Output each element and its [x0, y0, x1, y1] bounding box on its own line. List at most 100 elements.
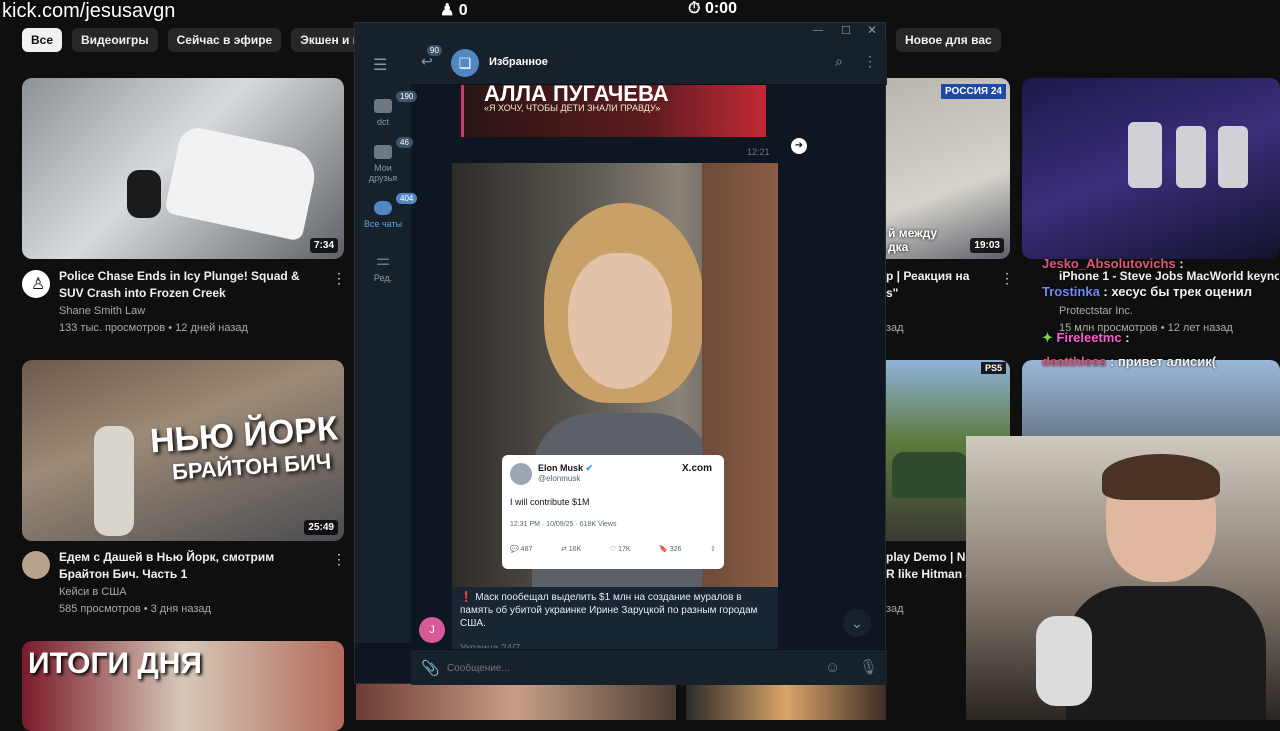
video-thumbnail-1[interactable]: 7:34	[22, 78, 344, 259]
search-icon[interactable]: ⌕	[835, 53, 843, 70]
chat-title[interactable]: Избранное	[489, 56, 548, 68]
thumb-text: дка	[888, 240, 909, 254]
caption-text: ❗️ Маск пообещал выделить $1 млн на созд…	[460, 592, 758, 629]
timer-icon: ⏱	[688, 0, 701, 17]
chat-message: Jesko_Absolutovichs :	[1042, 256, 1184, 271]
folder-label: Мои друзья	[368, 163, 398, 183]
streamer-body	[1066, 586, 1266, 720]
previous-post-image[interactable]: АЛЛА ПУГАЧЕВА «Я ХОЧУ, ЧТОБЫ ДЕТИ ЗНАЛИ …	[461, 81, 766, 137]
message-input[interactable]	[447, 659, 817, 677]
video-title[interactable]: p | Реакция на	[886, 268, 986, 285]
folder-dct[interactable]: 190 dct	[355, 91, 418, 127]
folder-icon: 190	[374, 91, 418, 113]
post-caption: ❗️ Маск пообещал выделить $1 млн на созд…	[452, 587, 778, 649]
video-thumbnail-6[interactable]: РОССИЯ 24 й между дка 19:03	[886, 78, 1010, 259]
attach-icon[interactable]: 📎	[421, 659, 440, 677]
scroll-down-icon[interactable]: ⌄	[843, 609, 871, 637]
chat-message: Trostinka : хесус бы трек оценил	[1042, 284, 1252, 299]
chat-text: : хесус бы трек оценил	[1103, 284, 1252, 299]
folder-all-chats[interactable]: 404 Все чаты	[355, 193, 418, 229]
video-channel[interactable]: Кейси в США	[59, 584, 127, 600]
tweet-brand: X.com	[682, 463, 713, 474]
streamer-hair	[1102, 454, 1220, 500]
phone-shape	[1218, 126, 1248, 188]
person-icon: ♙	[31, 276, 46, 293]
sender-avatar[interactable]: J	[419, 617, 445, 643]
repost-count: ⇄ 16K	[560, 546, 582, 553]
menu-icon[interactable]: ☰	[373, 55, 387, 75]
sliders-icon: ⚌	[375, 252, 391, 269]
tweet-actions: 💬 487 ⇄ 16K ♡ 17K 🔖 326 ⇧	[510, 545, 716, 553]
more-vert-icon[interactable]: ⋮	[1000, 270, 1014, 287]
chat-user: Trostinka	[1042, 284, 1100, 299]
chat-user: deatthless	[1042, 354, 1107, 369]
chip-bar: Все Видеоигры Сейчас в эфире Экшен и при…	[22, 28, 408, 52]
bookmark-value: 326	[669, 546, 682, 553]
post-photo[interactable]: Elon Musk ✔ @elonmusk X.com I will contr…	[452, 163, 778, 587]
timer-value: 0:00	[704, 0, 737, 17]
stream-timer: ⏱ 0:00	[688, 0, 737, 18]
person-shape	[94, 426, 134, 536]
telegram-window: — ☐ ✕ ☰ 190 dct 46 Мои друзья 404 Все ча…	[354, 22, 887, 685]
video-thumbnail-4[interactable]	[356, 684, 676, 720]
video-title[interactable]: Едем с Дашей в Нью Йорк, смотрим Брайтон…	[59, 549, 315, 583]
maximize-icon[interactable]: ☐	[841, 24, 851, 37]
video-thumbnail-7[interactable]	[1022, 78, 1280, 259]
thumb-text: й между	[888, 226, 938, 240]
channel-avatar[interactable]: ♙	[22, 270, 50, 298]
video-title[interactable]: s"	[886, 285, 986, 302]
video-channel[interactable]: Protectstar Inc.	[1059, 303, 1133, 319]
folder-icon: 46	[374, 137, 413, 159]
share-icon: ⇧	[710, 546, 716, 553]
video-duration: 25:49	[304, 520, 338, 535]
minimize-icon[interactable]: —	[813, 25, 823, 36]
more-vert-icon[interactable]: ⋮	[332, 270, 346, 287]
channel-badge: РОССИЯ 24	[940, 84, 1006, 99]
more-vert-icon[interactable]: ⋮	[863, 53, 877, 70]
forward-icon[interactable]: ➜	[791, 138, 807, 154]
video-title[interactable]: Police Chase Ends in Icy Plunge! Squad &…	[59, 268, 315, 302]
chip-live[interactable]: Сейчас в эфире	[167, 28, 282, 52]
chip-all[interactable]: Все	[22, 28, 63, 52]
verified-icon: ✔	[585, 463, 594, 473]
video-channel[interactable]: Shane Smith Law	[59, 303, 145, 319]
video-thumbnail-3[interactable]: ИТОГИ ДНЯ	[22, 641, 344, 731]
microphone-icon[interactable]: 🎙	[859, 658, 878, 676]
viewers-icon: ♟	[440, 2, 455, 19]
window-titlebar[interactable]: — ☐ ✕	[355, 23, 885, 41]
chip-new-for-you[interactable]: Новое для вас	[896, 28, 1001, 52]
tweet-name: Elon Musk	[538, 463, 584, 473]
video-thumbnail-5[interactable]	[686, 684, 886, 720]
car-shape	[892, 452, 968, 498]
folder-sidebar: ☰ 190 dct 46 Мои друзья 404 Все чаты ⚌ Р…	[355, 41, 418, 643]
video-meta: зад	[886, 603, 904, 615]
folder-friends[interactable]: 46 Мои друзья	[355, 137, 413, 183]
video-meta: 585 просмотров • 3 дня назад	[59, 603, 211, 615]
video-thumbnail-9[interactable]	[1022, 360, 1280, 436]
chat-header: ↩ 90 ❏ Избранное ⌕ ⋮	[411, 41, 887, 85]
folder-label: dct	[376, 117, 389, 127]
chats-icon: 404	[374, 193, 418, 215]
post-source[interactable]: Украина 24/7	[460, 642, 770, 648]
chat-text: :	[1179, 256, 1184, 271]
message-composer: 📎 ☺ 🎙	[411, 649, 887, 685]
folder-badge: 46	[396, 137, 413, 148]
close-icon[interactable]: ✕	[867, 23, 877, 37]
video-thumbnail-2[interactable]: НЬЮ ЙОРК БРАЙТОН БИЧ 25:49	[22, 360, 344, 541]
repost-value: 16K	[568, 546, 582, 553]
chat-text: : привет алисик(	[1109, 354, 1217, 369]
like-value: 17K	[618, 546, 631, 553]
suv-shape	[164, 124, 320, 242]
tweet-meta: 12:31 PM · 10/09/25 · 618K Views	[510, 521, 617, 528]
phone-shape	[1176, 126, 1206, 188]
emoji-icon[interactable]: ☺	[825, 659, 840, 676]
face-shape	[568, 253, 672, 389]
bookmark-icon[interactable]: ❏	[451, 49, 479, 77]
chat-user: Jesko_Absolutovichs	[1042, 256, 1176, 271]
tweet-text: I will contribute $1M	[510, 497, 590, 507]
chip-games[interactable]: Видеоигры	[72, 28, 158, 52]
more-vert-icon[interactable]: ⋮	[332, 551, 346, 568]
folder-edit[interactable]: ⚌ Ред.	[355, 252, 411, 284]
channel-avatar[interactable]	[22, 551, 50, 579]
officer-shape	[127, 170, 161, 218]
